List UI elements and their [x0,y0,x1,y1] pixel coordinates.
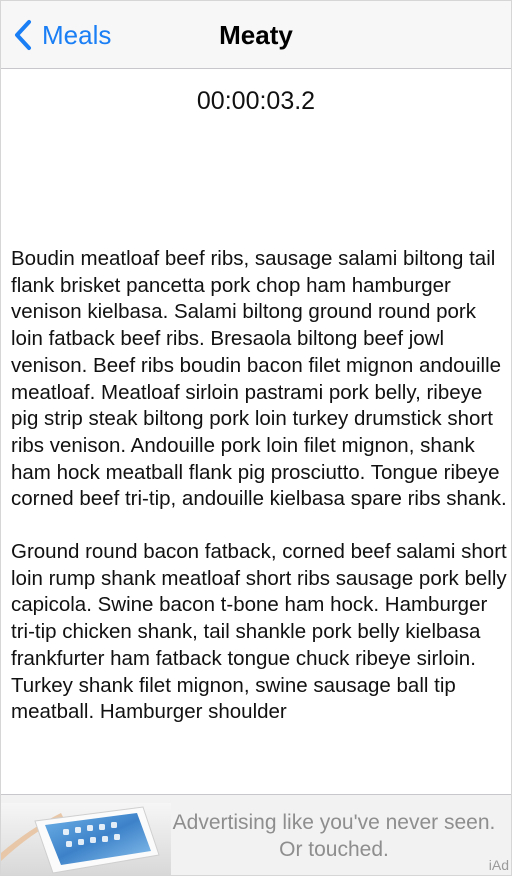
ad-subline: Or touched. [279,838,389,861]
ad-text: Advertising like you've never seen. Or t… [161,809,507,863]
app-screen: Meals Meaty 00:00:03.2 Boudin meatloaf b… [0,0,512,876]
chevron-left-icon [13,19,33,51]
meal-description: Boudin meatloaf beef ribs, sausage salam… [11,246,509,794]
navigation-bar: Meals Meaty [1,1,511,69]
ad-headline: Advertising like you've never seen. [172,811,496,834]
back-button[interactable]: Meals [13,17,111,53]
timer-readout: 00:00:03.2 [196,87,316,115]
back-button-label: Meals [42,20,112,50]
paragraph: Ground round bacon fatback, corned beef … [11,540,507,724]
ad-banner[interactable]: Advertising like you've never seen. Or t… [1,794,511,875]
ipad-image [1,803,171,875]
paragraph: Boudin meatloaf beef ribs, sausage salam… [11,247,507,511]
iad-mark: iAd [488,857,509,873]
